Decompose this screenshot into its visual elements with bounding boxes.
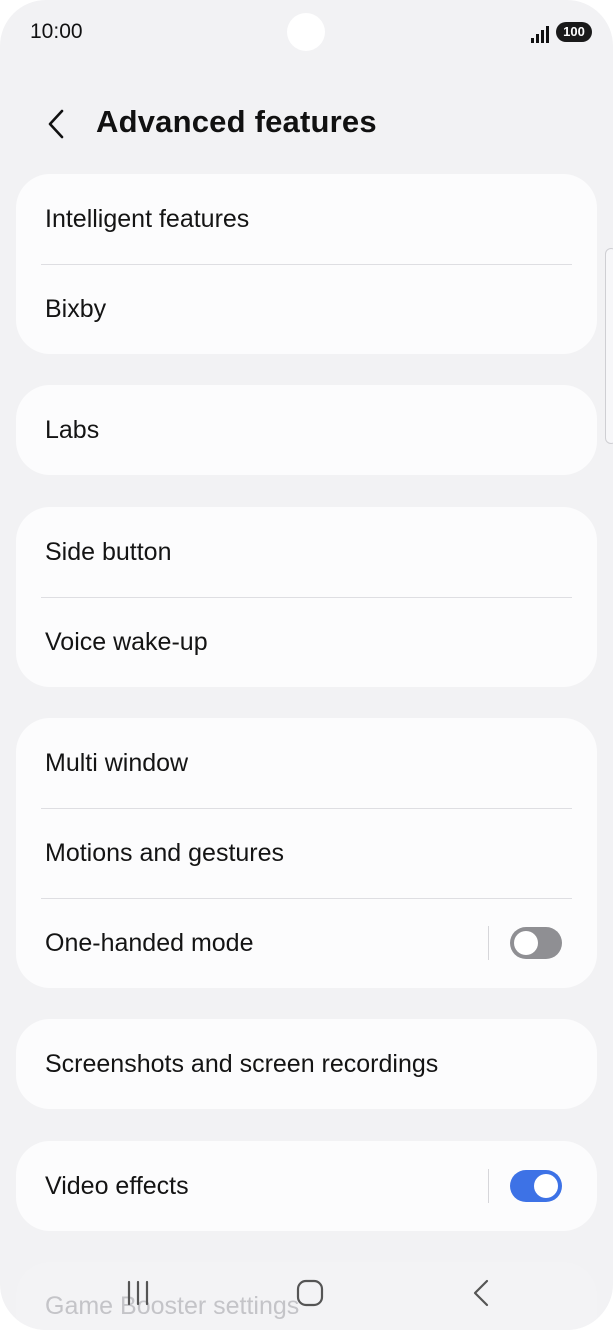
menu-item-labs[interactable]: Labs (16, 385, 597, 475)
one-handed-mode-toggle[interactable] (510, 927, 562, 959)
menu-item-label: Labs (45, 415, 100, 444)
toggle-knob (514, 931, 538, 955)
scrollbar[interactable] (605, 248, 613, 444)
menu-item-bixby[interactable]: Bixby (16, 264, 597, 354)
menu-item-label: Bixby (45, 294, 107, 323)
menu-item-motions-and-gestures[interactable]: Motions and gestures (16, 808, 597, 898)
menu-item-label: Side button (45, 537, 172, 566)
settings-group-labs: Labs (16, 385, 597, 475)
menu-item-label: Motions and gestures (45, 838, 285, 867)
recents-icon[interactable] (118, 1276, 158, 1312)
status-time: 10:00 (30, 20, 83, 43)
menu-item-label: Voice wake-up (45, 627, 208, 656)
menu-item-label: Screenshots and screen recordings (45, 1049, 439, 1078)
menu-item-one-handed-mode[interactable]: One-handed mode (16, 898, 597, 988)
menu-item-voice-wake-up[interactable]: Voice wake-up (16, 597, 597, 687)
settings-group-gestures: Multi window Motions and gestures One-ha… (16, 718, 597, 988)
front-camera (287, 13, 325, 51)
toggle-divider (488, 1169, 489, 1203)
back-icon[interactable] (462, 1276, 502, 1312)
menu-item-intelligent-features[interactable]: Intelligent features (16, 174, 597, 264)
menu-item-label: Video effects (45, 1171, 189, 1200)
chevron-left-icon[interactable] (38, 104, 78, 144)
header: Advanced features (0, 90, 613, 156)
home-icon[interactable] (290, 1276, 330, 1312)
menu-item-video-effects[interactable]: Video effects (16, 1141, 597, 1231)
menu-item-screenshots-and-screen-recordings[interactable]: Screenshots and screen recordings (16, 1019, 597, 1109)
menu-item-multi-window[interactable]: Multi window (16, 718, 597, 808)
settings-group-video: Video effects (16, 1141, 597, 1231)
settings-group-buttons: Side button Voice wake-up (16, 507, 597, 687)
menu-item-side-button[interactable]: Side button (16, 507, 597, 597)
navigation-bar (0, 1262, 613, 1330)
toggle-knob (534, 1174, 558, 1198)
toggle-divider (488, 926, 489, 960)
battery-icon: 100 (556, 22, 592, 42)
settings-group-screenshots: Screenshots and screen recordings (16, 1019, 597, 1109)
menu-item-label: One-handed mode (45, 928, 254, 957)
phone-screen: 10:00 100 Advanced features Intelligent … (0, 0, 613, 1330)
menu-item-label: Multi window (45, 748, 189, 777)
video-effects-toggle[interactable] (510, 1170, 562, 1202)
status-bar: 10:00 100 (0, 0, 613, 66)
page-title: Advanced features (96, 104, 377, 139)
signal-icon (531, 26, 549, 43)
settings-group-intelligence: Intelligent features Bixby (16, 174, 597, 354)
menu-item-label: Intelligent features (45, 204, 250, 233)
